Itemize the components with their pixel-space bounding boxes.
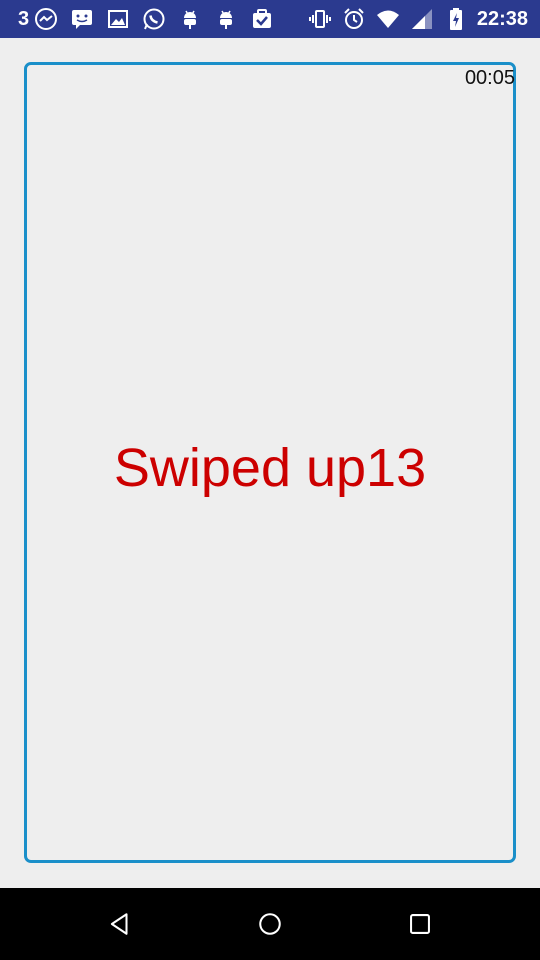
signal-icon — [409, 6, 435, 32]
status-bar: 3 22:38 — [0, 0, 540, 38]
back-icon — [107, 911, 133, 937]
status-bar-system: 22:38 — [299, 6, 528, 32]
messenger-icon — [33, 6, 59, 32]
navigation-bar — [0, 888, 540, 960]
wifi-icon — [375, 6, 401, 32]
vibrate-icon — [307, 6, 333, 32]
notification-count: 3 — [18, 7, 30, 30]
back-button[interactable] — [102, 906, 138, 942]
recents-button[interactable] — [402, 906, 438, 942]
swipe-area[interactable]: 00:05 Swiped up13 — [24, 62, 516, 863]
whatsapp-icon — [141, 6, 167, 32]
status-bar-notifications: 3 — [18, 6, 285, 32]
home-icon — [257, 911, 283, 937]
timer-text: 00:05 — [464, 67, 515, 89]
image-icon — [105, 6, 131, 32]
task-check-icon — [249, 6, 275, 32]
home-button[interactable] — [252, 906, 288, 942]
message-icon — [69, 6, 95, 32]
clock: 22:38 — [476, 7, 528, 30]
recents-icon — [407, 911, 433, 937]
swipe-status-text: Swiped up13 — [113, 438, 427, 498]
android-icon — [177, 6, 203, 32]
app-content: 00:05 Swiped up13 — [0, 38, 540, 888]
alarm-icon — [341, 6, 367, 32]
battery-charging-icon — [443, 6, 469, 32]
android-icon — [213, 6, 239, 32]
